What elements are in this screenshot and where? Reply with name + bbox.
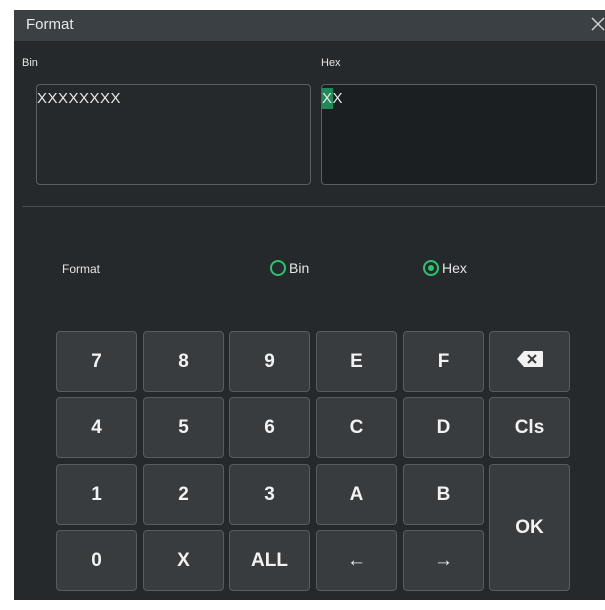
key-b[interactable]: B xyxy=(403,464,484,525)
key-c[interactable]: C xyxy=(316,397,397,458)
key-4[interactable]: 4 xyxy=(56,397,137,458)
clear-button[interactable]: Cls xyxy=(489,397,570,458)
key-6[interactable]: 6 xyxy=(229,397,310,458)
radio-bin-label: Bin xyxy=(289,260,310,276)
key-1[interactable]: 1 xyxy=(56,464,137,525)
dialog-title: Format xyxy=(26,16,74,33)
key-3[interactable]: 3 xyxy=(229,464,310,525)
key-f[interactable]: F xyxy=(403,331,484,392)
hex-input-value: XX xyxy=(322,90,344,107)
radio-hex-indicator xyxy=(423,260,439,276)
cursor-right-button[interactable]: → xyxy=(403,530,484,591)
hex-field-label: Hex xyxy=(321,57,341,69)
key-5[interactable]: 5 xyxy=(143,397,224,458)
backspace-icon xyxy=(516,350,544,374)
title-bar: Format xyxy=(14,10,605,41)
hex-input[interactable]: XX xyxy=(321,84,597,185)
ok-button[interactable]: OK xyxy=(489,464,570,591)
bin-input-value: XXXXXXXX xyxy=(37,90,122,107)
radio-hex-label: Hex xyxy=(442,260,467,276)
key-d[interactable]: D xyxy=(403,397,484,458)
format-dialog: Format Bin XXXXXXXX Hex XX Format Bin He… xyxy=(14,10,605,600)
key-7[interactable]: 7 xyxy=(56,331,137,392)
cursor-left-button[interactable]: ← xyxy=(316,530,397,591)
radio-bin[interactable]: Bin xyxy=(270,260,309,276)
close-icon[interactable] xyxy=(589,14,605,34)
divider xyxy=(22,206,605,207)
bin-input[interactable]: XXXXXXXX xyxy=(36,84,311,185)
key-9[interactable]: 9 xyxy=(229,331,310,392)
key-a[interactable]: A xyxy=(316,464,397,525)
bin-field-label: Bin xyxy=(22,57,38,69)
key-8[interactable]: 8 xyxy=(143,331,224,392)
radio-bin-indicator xyxy=(270,260,286,276)
backspace-button[interactable] xyxy=(489,331,570,392)
key-all[interactable]: ALL xyxy=(229,530,310,591)
key-e[interactable]: E xyxy=(316,331,397,392)
radio-hex[interactable]: Hex xyxy=(423,260,467,276)
key-2[interactable]: 2 xyxy=(143,464,224,525)
format-label: Format xyxy=(62,262,101,276)
key-0[interactable]: 0 xyxy=(56,530,137,591)
key-x[interactable]: X xyxy=(143,530,224,591)
